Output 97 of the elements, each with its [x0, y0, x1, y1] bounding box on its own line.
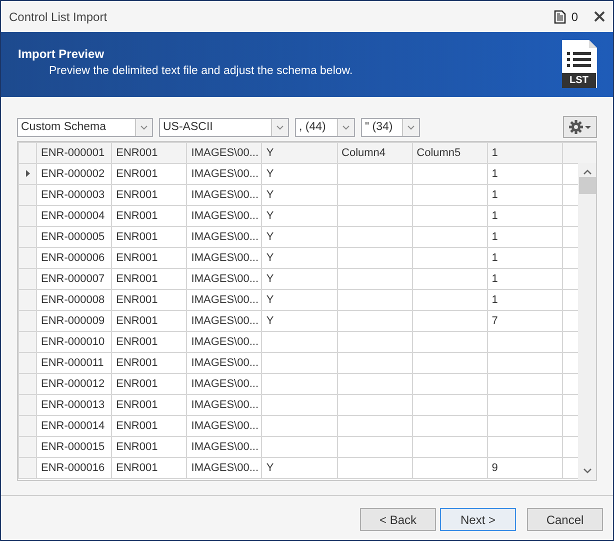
table-cell: 1	[487, 226, 562, 248]
table-cell: ENR001	[112, 436, 187, 458]
table-cell: IMAGES\00...	[186, 374, 262, 394]
table-cell: Y	[262, 206, 338, 226]
table-cell: ENR-000014	[36, 416, 112, 436]
row-pointer-icon	[26, 170, 30, 177]
banner-subtitle: Preview the delimited text file and adjust the schema below.	[49, 65, 353, 77]
table-cell: ENR001	[112, 268, 187, 290]
dropdown[interactable]: " (34)	[361, 118, 420, 136]
caret-icon	[342, 124, 350, 130]
table-cell: 1	[487, 248, 562, 268]
table-cell: IMAGES\00...	[186, 436, 262, 458]
table-cell: ENR001	[112, 248, 187, 268]
dialog-button[interactable]: Cancel	[527, 508, 603, 531]
column-header[interactable]: Y	[262, 142, 338, 164]
table-cell: ENR-000010	[36, 332, 112, 352]
column-header[interactable]: Column4	[337, 142, 412, 164]
table-cell: IMAGES\00...	[186, 226, 262, 248]
document-icon[interactable]	[554, 10, 566, 24]
row-header[interactable]	[18, 164, 37, 184]
caret-icon	[585, 126, 591, 128]
table-cell: Y	[262, 268, 338, 290]
table-cell: 1	[487, 268, 562, 290]
table-cell: Y	[262, 226, 338, 248]
table-cell: Y	[262, 290, 338, 310]
table-cell: ENR-000015	[36, 436, 112, 458]
table-cell: Y	[262, 458, 338, 478]
column-header[interactable]: Column5	[412, 142, 488, 164]
table-cell: ENR-000008	[36, 290, 112, 310]
column-header[interactable]: 1	[487, 142, 562, 164]
dropdown[interactable]: , (44)	[295, 118, 355, 136]
table-cell: Y	[262, 310, 338, 332]
scroll-down-icon[interactable]	[582, 468, 592, 474]
gear-icon	[569, 120, 583, 134]
column-header[interactable]: ENR001	[112, 142, 187, 164]
table-cell: ENR001	[112, 206, 187, 226]
table-cell: ENR001	[112, 352, 187, 374]
table-cell: ENR-000016	[36, 458, 112, 478]
notification-count: 0	[571, 10, 578, 24]
table-cell: ENR001	[112, 164, 187, 184]
dialog-button[interactable]: Next >	[440, 508, 516, 531]
table-cell: ENR001	[112, 310, 187, 332]
table-cell: IMAGES\00...	[186, 332, 262, 352]
table-cell: IMAGES\00...	[186, 310, 262, 332]
table-cell: ENR001	[112, 394, 187, 416]
table-cell: ENR-000005	[36, 226, 112, 248]
table-cell: ENR-000004	[36, 206, 112, 226]
caret-icon	[140, 124, 148, 130]
table-cell: IMAGES\00...	[186, 184, 262, 206]
window-title: Control List Import	[9, 10, 108, 24]
caret-icon	[276, 124, 284, 130]
table-cell: ENR001	[112, 458, 187, 478]
caret-icon	[407, 124, 415, 130]
dropdown[interactable]: Custom Schema	[17, 118, 153, 136]
table-cell: 1	[487, 164, 562, 184]
table-cell: Y	[262, 164, 338, 184]
table-cell: IMAGES\00...	[186, 248, 262, 268]
table-cell: IMAGES\00...	[186, 268, 262, 290]
table-cell: 1	[487, 290, 562, 310]
table-cell: ENR001	[112, 416, 187, 436]
table-cell: 1	[487, 184, 562, 206]
table-cell: IMAGES\00...	[186, 290, 262, 310]
table-cell: ENR-000003	[36, 184, 112, 206]
dropdown[interactable]: US-ASCII	[159, 118, 289, 136]
table-cell: ENR001	[112, 184, 187, 206]
table-cell: IMAGES\00...	[186, 164, 262, 184]
table-cell: IMAGES\00...	[186, 416, 262, 436]
column-header[interactable]: IMAGES\00...	[186, 142, 262, 164]
settings-button[interactable]	[563, 116, 597, 138]
table-cell: 9	[487, 458, 562, 478]
table-cell: ENR001	[112, 290, 187, 310]
banner-title: Import Preview	[18, 47, 104, 61]
table-cell: ENR-000009	[36, 310, 112, 332]
table-cell: 1	[487, 206, 562, 226]
table-cell: 7	[487, 310, 562, 332]
list-file-icon: LST	[561, 40, 597, 88]
scroll-thumb[interactable]	[578, 177, 596, 194]
table-cell: IMAGES\00...	[186, 206, 262, 226]
table-cell: ENR-000002	[36, 164, 112, 184]
dialog-button[interactable]: < Back	[360, 508, 436, 531]
close-icon[interactable]	[594, 11, 605, 22]
table-cell: IMAGES\00...	[186, 352, 262, 374]
table-cell: Y	[262, 248, 338, 268]
table-cell: IMAGES\00...	[186, 394, 262, 416]
vertical-scrollbar[interactable]	[578, 163, 596, 480]
table-cell: ENR001	[112, 374, 187, 394]
table-cell: ENR-000012	[36, 374, 112, 394]
table-cell: ENR001	[112, 226, 187, 248]
table-cell: IMAGES\00...	[186, 458, 262, 478]
table-cell: ENR-000013	[36, 394, 112, 416]
table-cell: Y	[262, 184, 338, 206]
table-cell: ENR-000007	[36, 268, 112, 290]
table-cell: ENR001	[112, 332, 187, 352]
table-cell: ENR-000011	[36, 352, 112, 374]
table-cell: ENR-000006	[36, 248, 112, 268]
column-header[interactable]: ENR-000001	[36, 142, 112, 164]
scroll-up-icon[interactable]	[582, 169, 592, 175]
